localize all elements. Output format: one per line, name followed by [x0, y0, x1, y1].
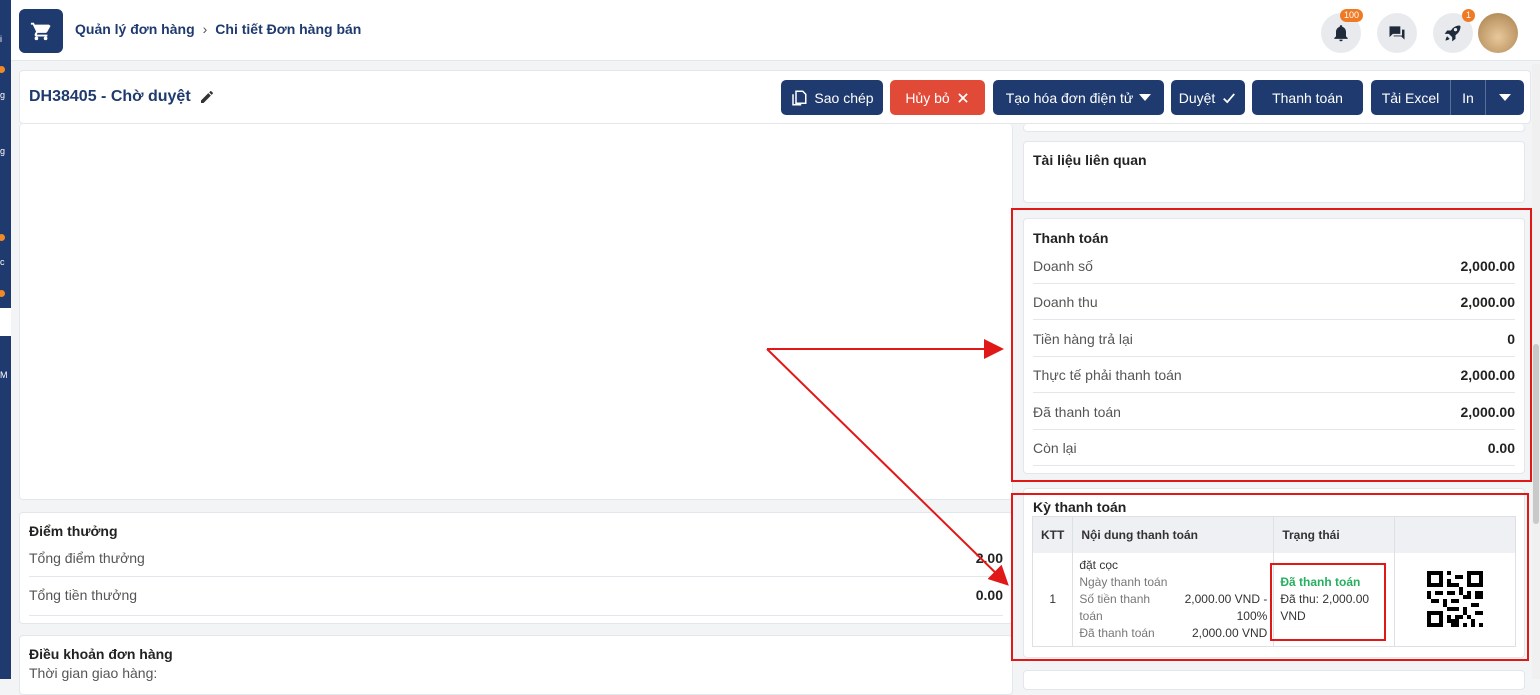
scrollbar-thumb[interactable] — [1533, 344, 1539, 524]
annotation-arrows — [766, 339, 1009, 586]
scrollbar[interactable] — [1532, 64, 1540, 679]
